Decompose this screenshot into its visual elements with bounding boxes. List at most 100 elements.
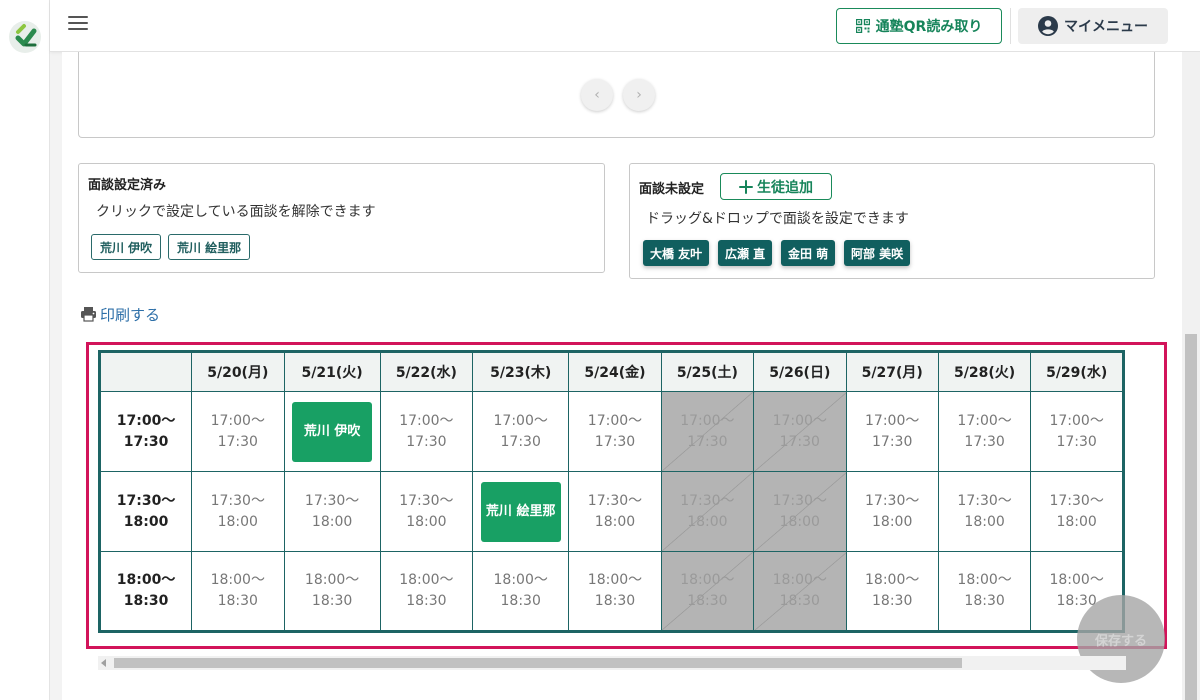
slot-cell[interactable]: 18:00〜 18:30 bbox=[379, 551, 474, 632]
slot-end: 17:30 bbox=[964, 433, 1005, 450]
slot-cell[interactable]: 17:00〜 17:30 bbox=[472, 391, 570, 472]
schedule-row: 17:00〜 17:30 17:00〜 17:30 荒川 伊吹 17:00〜 17:30 17… bbox=[98, 391, 1124, 472]
slot-cell[interactable]: 17:30〜 18:00 bbox=[568, 471, 662, 552]
slot-start: 18:00〜 bbox=[680, 572, 735, 588]
date-header: 5/23(木) bbox=[472, 351, 570, 392]
date-header: 5/25(土) bbox=[660, 351, 755, 392]
slot-start: 17:30〜 bbox=[304, 492, 360, 509]
scheduled-student-chip[interactable]: 荒川 伊吹 bbox=[91, 234, 162, 260]
unscheduled-student-chip[interactable]: 大橋 友叶 bbox=[643, 240, 710, 266]
schedule-table: 5/20(月) 5/21(火) 5/22(水) 5/23(木) 5/24(金) … bbox=[98, 350, 1125, 633]
slot-end: 17:30 bbox=[123, 433, 169, 450]
slot-cell[interactable]: 17:00〜 17:30 bbox=[379, 391, 474, 472]
slot-start: 17:00〜 bbox=[587, 412, 643, 429]
vertical-scrollbar[interactable] bbox=[1182, 52, 1200, 700]
slot-cell[interactable]: 17:30〜 18:00 bbox=[379, 471, 474, 552]
time-slot-header: 17:00〜 17:30 bbox=[98, 391, 193, 472]
horizontal-scrollbar[interactable] bbox=[98, 656, 1126, 670]
unscheduled-student-chip[interactable]: 阿部 美咲 bbox=[844, 240, 911, 266]
slot-end: 17:30 bbox=[594, 433, 636, 450]
slot-cell[interactable]: 18:00〜 18:30 bbox=[283, 551, 381, 632]
scroll-left-arrow-icon[interactable] bbox=[101, 659, 106, 667]
slot-start: 17:30〜 bbox=[116, 492, 176, 509]
slot-cell[interactable]: 17:30〜 18:00 bbox=[937, 471, 1032, 552]
my-menu-label: マイメニュー bbox=[1064, 19, 1148, 35]
slot-cell[interactable]: 17:00〜 17:30 bbox=[191, 391, 285, 472]
slot-cell[interactable]: 18:00〜 18:30 bbox=[472, 551, 570, 632]
slot-start: 17:30〜 bbox=[957, 492, 1012, 509]
schedule-row: 17:30〜 18:00 17:30〜 18:00 17:30〜 18:00 17:30〜 1… bbox=[98, 471, 1124, 552]
date-header: 5/24(金) bbox=[568, 351, 662, 392]
slot-start: 18:00〜 bbox=[1049, 572, 1104, 588]
slot-cell[interactable]: 17:00〜 17:30 bbox=[1030, 391, 1124, 472]
slot-cell[interactable]: 荒川 伊吹 bbox=[283, 391, 381, 472]
slot-cell[interactable]: 17:00〜 17:30 bbox=[845, 391, 939, 472]
slot-start: 17:00〜 bbox=[399, 412, 454, 429]
slot-start: 17:00〜 bbox=[680, 412, 735, 429]
slot-cell-unavailable: 17:00〜 17:30 bbox=[753, 391, 847, 472]
slot-end: 18:00 bbox=[406, 513, 447, 530]
slot-start: 17:30〜 bbox=[399, 492, 454, 509]
sidebar bbox=[0, 0, 50, 700]
slot-cell[interactable]: 17:30〜 18:00 bbox=[1030, 471, 1124, 552]
slot-start: 17:30〜 bbox=[210, 492, 265, 509]
slot-cell[interactable]: 18:00〜 18:30 bbox=[845, 551, 939, 632]
schedule-corner-cell bbox=[98, 351, 193, 392]
scheduled-student-chip[interactable]: 荒川 絵里那 bbox=[168, 234, 251, 260]
scheduled-panel: 面談設定済み クリックで設定している面談を解除できます 荒川 伊吹 荒川 絵里那 bbox=[78, 163, 605, 273]
slot-start: 17:00〜 bbox=[1049, 412, 1104, 429]
qr-scan-button[interactable]: 通塾QR読み取り bbox=[836, 8, 1002, 44]
slot-start: 17:30〜 bbox=[772, 492, 827, 509]
slot-cell[interactable]: 荒川 絵里那 bbox=[472, 471, 570, 552]
horizontal-scrollbar-thumb[interactable] bbox=[114, 658, 962, 668]
scheduled-description: クリックで設定している面談を解除できます bbox=[96, 204, 376, 220]
schedule-scroll-area[interactable]: 5/20(月) 5/21(火) 5/22(水) 5/23(木) 5/24(金) … bbox=[98, 350, 1125, 636]
booked-student-chip[interactable]: 荒川 伊吹 bbox=[292, 401, 373, 462]
booked-student-chip[interactable]: 荒川 絵里那 bbox=[480, 481, 561, 542]
slot-end: 18:30 bbox=[872, 593, 913, 609]
slot-cell[interactable]: 17:30〜 18:00 bbox=[283, 471, 381, 552]
schedule-row: 18:00〜 18:30 18:00〜 18:30 18:00〜 18:30 18:00〜 1… bbox=[98, 551, 1124, 632]
app-logo[interactable] bbox=[9, 21, 41, 53]
next-arrow-button[interactable]: › bbox=[623, 79, 655, 111]
slot-cell[interactable]: 18:00〜 18:30 bbox=[191, 551, 285, 632]
slot-end: 18:00 bbox=[311, 513, 353, 530]
unscheduled-student-chip[interactable]: 金田 萌 bbox=[781, 240, 836, 266]
slot-cell[interactable]: 17:00〜 17:30 bbox=[568, 391, 662, 472]
add-student-label: 生徒追加 bbox=[757, 179, 813, 196]
logo-icon bbox=[15, 24, 37, 47]
slot-end: 18:00 bbox=[964, 513, 1005, 530]
slot-end: 17:30 bbox=[1056, 433, 1097, 450]
add-student-button[interactable]: 生徒追加 bbox=[720, 173, 832, 200]
slot-start: 17:00〜 bbox=[116, 412, 176, 429]
slot-cell[interactable]: 17:00〜 17:30 bbox=[937, 391, 1032, 472]
slot-end: 18:00 bbox=[217, 513, 258, 530]
print-link[interactable]: 印刷する bbox=[80, 304, 160, 324]
slot-end: 18:30 bbox=[123, 593, 169, 609]
slot-cell-unavailable: 17:30〜 18:00 bbox=[660, 471, 755, 552]
slot-end: 18:00 bbox=[687, 513, 728, 530]
vertical-scrollbar-thumb[interactable] bbox=[1185, 334, 1197, 700]
slot-cell[interactable]: 18:00〜 18:30 bbox=[937, 551, 1032, 632]
slot-end: 18:30 bbox=[217, 593, 258, 609]
unscheduled-description: ドラッグ&ドロップで面談を設定できます bbox=[646, 211, 909, 227]
prev-arrow-button[interactable]: ‹ bbox=[581, 79, 613, 111]
slot-start: 17:30〜 bbox=[587, 492, 643, 509]
slot-start: 17:00〜 bbox=[865, 412, 920, 429]
unscheduled-student-chip[interactable]: 広瀬 直 bbox=[718, 240, 773, 266]
slot-cell[interactable]: 17:30〜 18:00 bbox=[191, 471, 285, 552]
qr-code-icon bbox=[855, 19, 870, 33]
date-header: 5/22(水) bbox=[379, 351, 474, 392]
date-header: 5/20(月) bbox=[191, 351, 285, 392]
slot-start: 18:00〜 bbox=[116, 572, 176, 588]
my-menu-button[interactable]: マイメニュー bbox=[1018, 8, 1168, 44]
hamburger-menu-icon[interactable] bbox=[68, 16, 88, 34]
slot-end: 18:30 bbox=[500, 593, 541, 609]
time-slot-header: 17:30〜 18:00 bbox=[98, 471, 193, 552]
slot-end: 18:30 bbox=[964, 593, 1005, 609]
slot-start: 18:00〜 bbox=[587, 572, 643, 588]
slot-cell-unavailable: 17:00〜 17:30 bbox=[660, 391, 755, 472]
slot-cell[interactable]: 17:30〜 18:00 bbox=[845, 471, 939, 552]
slot-start: 18:00〜 bbox=[493, 572, 548, 588]
slot-cell[interactable]: 18:00〜 18:30 bbox=[568, 551, 662, 632]
